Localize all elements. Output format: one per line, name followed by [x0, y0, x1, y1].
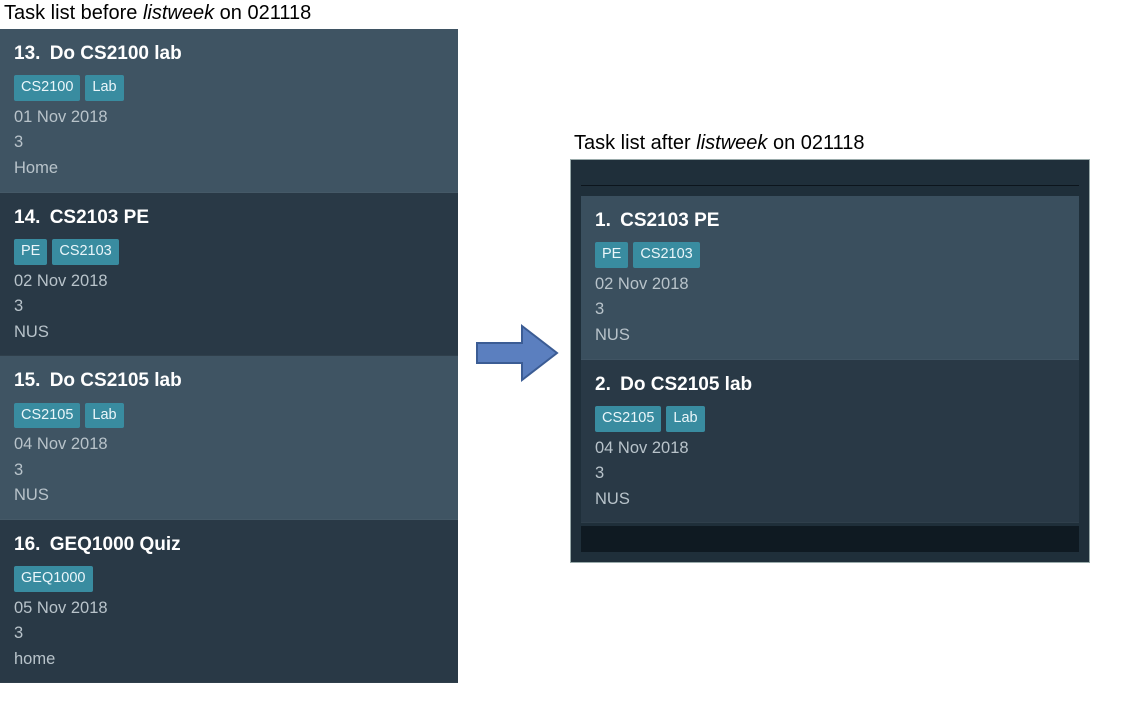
task-number: 2.: [595, 374, 611, 395]
tag: CS2100: [14, 75, 80, 100]
task-location: NUS: [595, 323, 1065, 349]
tag: Lab: [85, 75, 123, 100]
task-title: 16. GEQ1000 Quiz: [14, 530, 444, 559]
task-card[interactable]: 16. GEQ1000 Quiz GEQ1000 05 Nov 20183home: [0, 520, 458, 684]
task-number: 13.: [14, 43, 40, 64]
after-caption-em: listweek: [696, 132, 767, 154]
task-card[interactable]: 2. Do CS2105 lab CS2105Lab 04 Nov 20183NUS: [581, 360, 1079, 524]
task-date: 02 Nov 2018: [595, 272, 1065, 298]
task-location: NUS: [595, 487, 1065, 513]
after-caption: Task list after listweek on 021118: [570, 130, 1090, 157]
task-date: 01 Nov 2018: [14, 105, 444, 131]
tag: Lab: [666, 406, 704, 431]
after-caption-pre: Task list after: [574, 132, 696, 154]
after-panel: Task list after listweek on 021118 1. CS…: [570, 130, 1090, 563]
tag: PE: [14, 239, 47, 264]
after-top-sliver: [581, 170, 1079, 186]
task-title: 2. Do CS2105 lab: [595, 370, 1065, 399]
before-task-list: 13. Do CS2100 labCS2100Lab01 Nov 20183Ho…: [0, 29, 458, 683]
before-caption-em: listweek: [143, 2, 214, 24]
task-title-text: Do CS2105 lab: [615, 374, 752, 395]
task-date: 05 Nov 2018: [14, 596, 444, 622]
after-task-list: 1. CS2103 PEPECS210302 Nov 20183NUS2. Do…: [581, 196, 1079, 523]
after-caption-post: on 021118: [767, 132, 864, 154]
before-caption-post: on 021118: [214, 2, 311, 24]
task-title-text: Do CS2105 lab: [44, 370, 181, 391]
tag: CS2103: [52, 239, 118, 264]
task-number: 14.: [14, 207, 40, 228]
task-date: 04 Nov 2018: [14, 432, 444, 458]
task-location: NUS: [14, 483, 444, 509]
arrow-icon: [472, 318, 562, 388]
tag-row: PECS2103: [595, 241, 1065, 267]
task-priority: 3: [14, 458, 444, 484]
tag-row: CS2100Lab: [14, 74, 444, 100]
tag-row: GEQ1000: [14, 565, 444, 591]
task-card[interactable]: 15. Do CS2105 lab CS2105Lab 04 Nov 20183NU…: [0, 356, 458, 520]
tag-row: CS2105Lab: [595, 405, 1065, 431]
tag: CS2103: [633, 242, 699, 267]
tag: CS2105: [595, 406, 661, 431]
task-priority: 3: [595, 297, 1065, 323]
tag-row: CS2105Lab: [14, 402, 444, 428]
task-location: Home: [14, 156, 444, 182]
task-priority: 3: [595, 461, 1065, 487]
task-number: 1.: [595, 210, 611, 231]
task-date: 02 Nov 2018: [14, 269, 444, 295]
task-priority: 3: [14, 621, 444, 647]
before-caption: Task list before listweek on 021118: [0, 0, 458, 27]
task-location: NUS: [14, 320, 444, 346]
task-card[interactable]: 1. CS2103 PEPECS210302 Nov 20183NUS: [581, 196, 1079, 360]
task-date: 04 Nov 2018: [595, 436, 1065, 462]
task-card[interactable]: 13. Do CS2100 lab CS2100Lab 01 Nov 20183Ho…: [0, 29, 458, 193]
task-title-text: GEQ1000 Quiz: [44, 534, 180, 555]
after-task-list-frame: 1. CS2103 PEPECS210302 Nov 20183NUS2. Do…: [570, 159, 1090, 563]
task-title-text: CS2103 PE: [615, 210, 720, 231]
task-priority: 3: [14, 130, 444, 156]
task-title: 14. CS2103 PE: [14, 203, 444, 232]
tag-row: PECS2103: [14, 238, 444, 264]
tag: Lab: [85, 403, 123, 428]
after-bottom-bar: [581, 526, 1079, 552]
task-title: 1. CS2103 PE: [595, 206, 1065, 235]
before-panel: Task list before listweek on 021118 13. …: [0, 0, 458, 683]
tag: PE: [595, 242, 628, 267]
task-title: 13. Do CS2100 lab: [14, 39, 444, 68]
task-card[interactable]: 14. CS2103 PEPECS210302 Nov 20183NUS: [0, 193, 458, 357]
task-number: 15.: [14, 370, 40, 391]
tag: GEQ1000: [14, 566, 93, 591]
task-location: home: [14, 647, 444, 673]
task-title: 15. Do CS2105 lab: [14, 366, 444, 395]
before-caption-pre: Task list before: [4, 2, 143, 24]
task-title-text: Do CS2100 lab: [44, 43, 181, 64]
task-title-text: CS2103 PE: [44, 207, 149, 228]
task-number: 16.: [14, 534, 40, 555]
task-priority: 3: [14, 294, 444, 320]
tag: CS2105: [14, 403, 80, 428]
